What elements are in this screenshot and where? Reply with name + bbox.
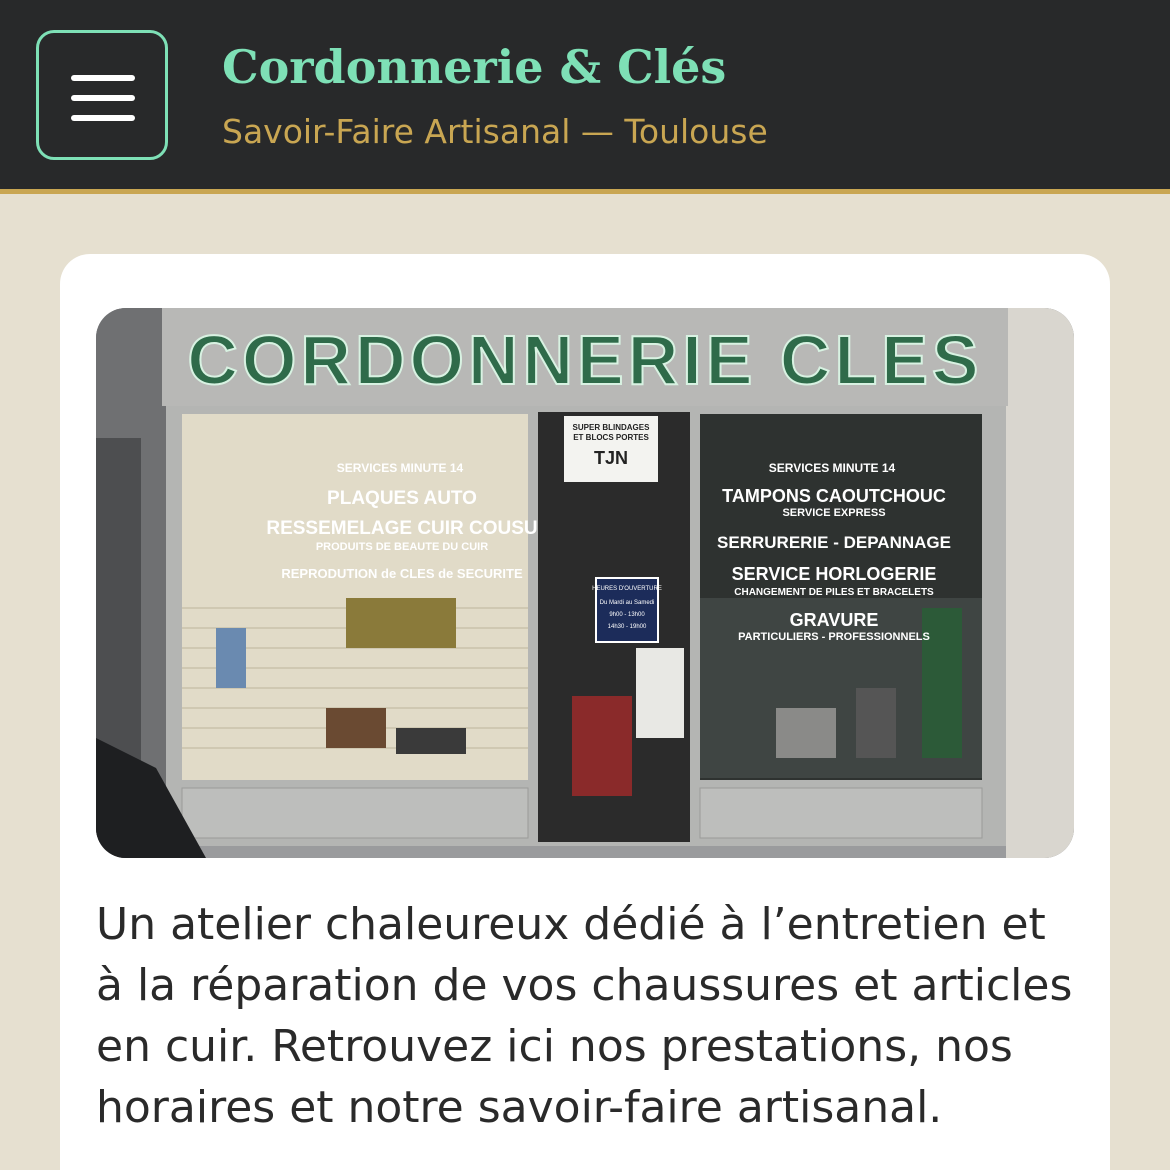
window-text: SERVICES MINUTE 14 <box>337 461 464 475</box>
site-header: Cordonnerie & Clés Savoir-Faire Artisana… <box>0 0 1170 194</box>
intro-paragraph: Un atelier chaleureux dédié à l’entretie… <box>96 899 1073 1133</box>
intro-card: CORDONNERIE CLES SUPER BLINDAGES ET BLOC… <box>60 254 1110 1170</box>
window-text: GRAVURE <box>790 610 879 630</box>
door-sticker-line: SUPER BLINDAGES <box>573 423 651 432</box>
window-text: TAMPONS CAOUTCHOUC <box>722 486 946 506</box>
door-sticker-line: ET BLOCS PORTES <box>573 433 649 442</box>
window-text: PRODUITS DE BEAUTE DU CUIR <box>316 541 488 553</box>
menu-button[interactable] <box>36 30 168 160</box>
sign-text: CORDONNERIE CLES <box>187 321 982 399</box>
window-text: CHANGEMENT DE PILES ET BRACELETS <box>734 587 934 598</box>
window-text: PLAQUES AUTO <box>327 488 477 509</box>
door-hours-line: 9h00 - 13h00 <box>609 612 645 618</box>
site-subtitle: Savoir-Faire Artisanal — Toulouse <box>222 112 768 151</box>
window-text: REPRODUTION de CLES de SECURITE <box>281 566 523 581</box>
door-hours-line: 14h30 - 19h00 <box>608 624 647 630</box>
door-sticker-logo: TJN <box>594 448 628 468</box>
window-text: SERRURERIE - DEPANNAGE <box>717 533 951 552</box>
window-text: SERVICES MINUTE 14 <box>769 461 896 475</box>
shop-front-photo: CORDONNERIE CLES SUPER BLINDAGES ET BLOC… <box>96 308 1074 858</box>
window-text: SERVICE HORLOGERIE <box>732 564 937 584</box>
window-text: PARTICULIERS - PROFESSIONNELS <box>738 631 930 643</box>
door-hours-line: Du Mardi au Samedi <box>600 600 655 606</box>
door-hours-line: HEURES D'OUVERTURE <box>592 586 662 592</box>
window-text: RESSEMELAGE CUIR COUSU <box>266 518 537 539</box>
site-title[interactable]: Cordonnerie & Clés <box>222 40 726 94</box>
window-text: SERVICE EXPRESS <box>782 507 885 519</box>
